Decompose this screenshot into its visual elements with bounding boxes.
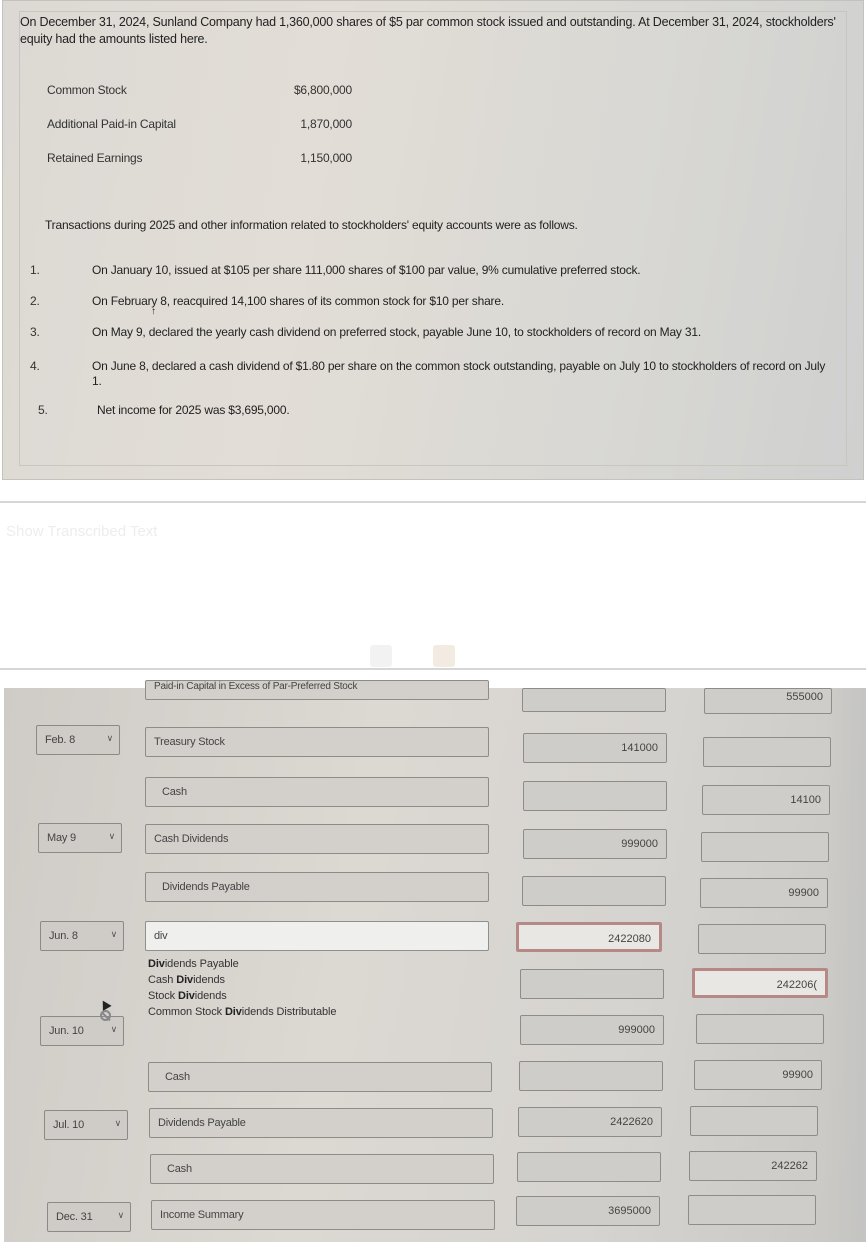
transaction-text: On June 8, declared a cash dividend of $… bbox=[92, 359, 826, 388]
account-field[interactable]: Cash Dividends bbox=[145, 824, 489, 854]
mouse-cursor-icon: ↑ bbox=[151, 306, 156, 317]
equity-amount: $6,800,000 bbox=[293, 83, 352, 97]
date-select[interactable]: Jul. 10 ∨ bbox=[44, 1110, 128, 1140]
debit-field[interactable]: 3695000 bbox=[516, 1196, 660, 1226]
transaction-text: On January 10, issued at $105 per share … bbox=[92, 263, 641, 277]
account-field[interactable]: Cash bbox=[150, 1154, 494, 1184]
problem-intro: On December 31, 2024, Sunland Company ha… bbox=[20, 15, 836, 46]
not-allowed-cursor-icon bbox=[100, 1010, 111, 1021]
account-autocomplete-list: Dividends Payable Cash Dividends Stock D… bbox=[144, 956, 490, 1018]
transaction-number: 4. bbox=[30, 359, 40, 373]
toolbar-icon bbox=[433, 645, 455, 667]
credit-field[interactable] bbox=[703, 737, 831, 767]
chevron-down-icon: ∨ bbox=[108, 831, 116, 841]
account-field[interactable]: Cash bbox=[145, 777, 489, 807]
date-value: Jun. 10 bbox=[49, 1025, 84, 1037]
debit-field[interactable]: 2422620 bbox=[518, 1107, 662, 1137]
debit-field[interactable] bbox=[520, 969, 664, 999]
credit-field[interactable]: 242262 bbox=[689, 1151, 817, 1181]
divider bbox=[0, 501, 866, 503]
date-value: Jun. 8 bbox=[49, 930, 78, 942]
date-select[interactable]: Feb. 8 ∨ bbox=[36, 725, 120, 755]
autocomplete-option[interactable]: Common Stock Dividends Distributable bbox=[144, 1004, 490, 1020]
equity-label: Common Stock bbox=[47, 83, 127, 97]
autocomplete-option[interactable]: Stock Dividends bbox=[144, 988, 490, 1004]
chevron-down-icon: ∨ bbox=[114, 1118, 122, 1128]
transaction-text: Net income for 2025 was $3,695,000. bbox=[97, 403, 290, 417]
transaction-number: 3. bbox=[30, 325, 40, 339]
autocomplete-option[interactable]: Dividends Payable bbox=[144, 956, 490, 972]
account-field[interactable]: Dividends Payable bbox=[149, 1108, 493, 1138]
transaction-number: 1. bbox=[30, 263, 40, 277]
problem-frame bbox=[19, 11, 847, 466]
chevron-down-icon: ∨ bbox=[110, 929, 118, 939]
date-value: May 9 bbox=[47, 832, 76, 844]
chevron-down-icon: ∨ bbox=[110, 1024, 118, 1034]
toolbar-icon bbox=[370, 645, 392, 667]
account-field[interactable]: Income Summary bbox=[151, 1200, 495, 1230]
equity-label: Retained Earnings bbox=[47, 151, 143, 165]
credit-field[interactable] bbox=[698, 924, 826, 954]
transaction-number: 5. bbox=[38, 403, 48, 417]
transaction-number: 2. bbox=[30, 294, 40, 308]
credit-field[interactable]: 99900 bbox=[694, 1060, 822, 1090]
chevron-down-icon: ∨ bbox=[106, 733, 114, 743]
equity-amount: 1,870,000 bbox=[300, 117, 352, 131]
equity-label: Additional Paid-in Capital bbox=[47, 117, 176, 131]
date-value: Dec. 31 bbox=[56, 1211, 93, 1223]
equity-amount: 1,150,000 bbox=[300, 151, 352, 165]
edge-shadow bbox=[826, 688, 866, 1242]
transactions-heading: Transactions during 2025 and other infor… bbox=[45, 218, 578, 232]
account-search-input[interactable]: div bbox=[145, 921, 489, 951]
autocomplete-option[interactable]: Cash Dividends bbox=[144, 972, 490, 988]
credit-field[interactable]: 99900 bbox=[700, 878, 828, 908]
debit-field[interactable]: 2422080 bbox=[516, 922, 662, 952]
account-field[interactable]: Cash bbox=[148, 1062, 492, 1092]
debit-field[interactable] bbox=[517, 1152, 661, 1182]
transaction-text: On May 9, declared the yearly cash divid… bbox=[92, 325, 701, 339]
date-select[interactable]: Dec. 31 ∨ bbox=[47, 1202, 131, 1232]
credit-field[interactable]: 555000 bbox=[704, 688, 832, 714]
credit-field[interactable] bbox=[696, 1014, 824, 1044]
transaction-text: On February 8, reacquired 14,100 shares … bbox=[92, 294, 504, 308]
show-transcribed-text-link[interactable]: Show Transcribed Text bbox=[6, 523, 157, 540]
credit-field[interactable]: 242206( bbox=[692, 968, 828, 998]
chevron-down-icon: ∨ bbox=[117, 1210, 125, 1220]
debit-field[interactable] bbox=[519, 1061, 663, 1091]
date-value: Feb. 8 bbox=[45, 734, 75, 746]
account-field[interactable]: Dividends Payable bbox=[145, 872, 489, 902]
debit-field[interactable]: 141000 bbox=[523, 733, 667, 763]
credit-field[interactable] bbox=[688, 1195, 816, 1225]
divider bbox=[0, 668, 866, 670]
date-value: Jul. 10 bbox=[53, 1119, 85, 1131]
credit-field[interactable]: 14100 bbox=[702, 785, 830, 815]
date-select[interactable]: Jun. 10 ∨ bbox=[40, 1016, 124, 1046]
debit-field[interactable] bbox=[523, 781, 667, 811]
debit-field[interactable]: 999000 bbox=[523, 829, 667, 859]
date-select[interactable]: May 9 ∨ bbox=[38, 823, 122, 853]
account-field[interactable]: Treasury Stock bbox=[145, 727, 489, 757]
debit-field[interactable] bbox=[522, 876, 666, 906]
credit-field[interactable] bbox=[690, 1106, 818, 1136]
account-field[interactable]: Paid-in Capital in Excess of Par-Preferr… bbox=[145, 680, 489, 700]
credit-field[interactable] bbox=[701, 832, 829, 862]
debit-field[interactable]: 999000 bbox=[520, 1015, 664, 1045]
date-select[interactable]: Jun. 8 ∨ bbox=[40, 921, 124, 951]
debit-field[interactable] bbox=[522, 688, 666, 712]
